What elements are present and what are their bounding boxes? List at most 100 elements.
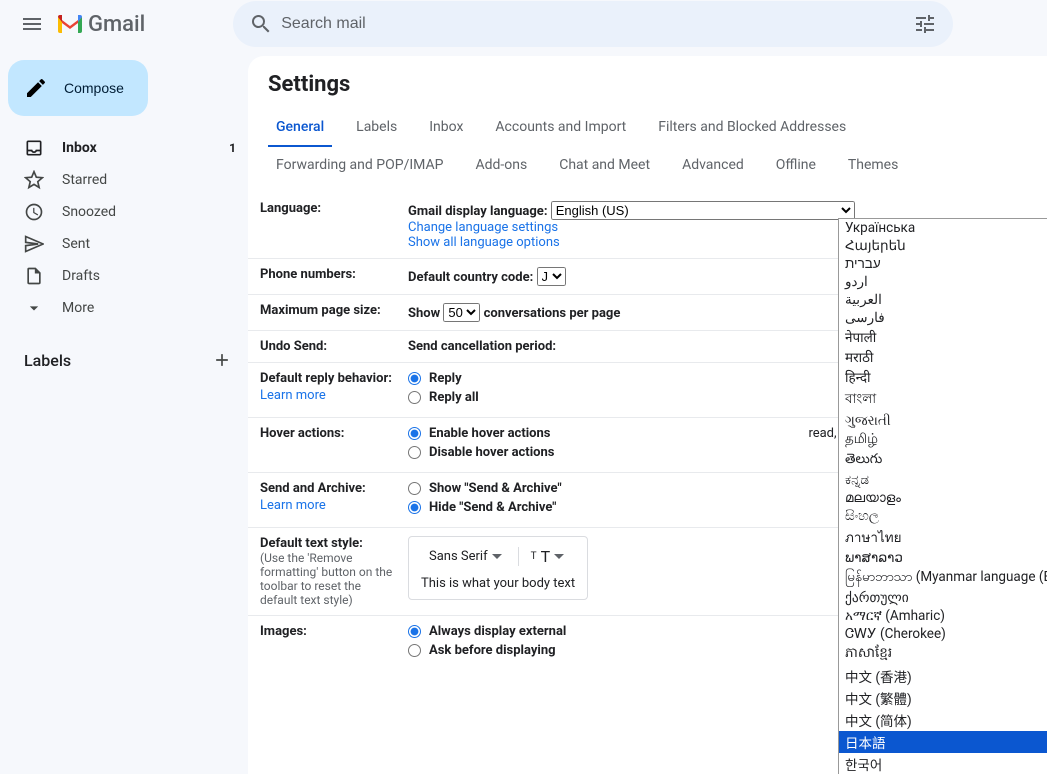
page-size-select[interactable]: 50 <box>443 303 480 322</box>
img-opt2: Ask before displaying <box>429 643 556 658</box>
tab-forwarding[interactable]: Forwarding and POP/IMAP <box>268 147 451 185</box>
language-option[interactable]: తెలుగు <box>839 450 1047 471</box>
reply-radio[interactable] <box>408 372 421 385</box>
show-all-lang-link[interactable]: Show all language options <box>408 235 560 250</box>
language-option[interactable]: Հայերեն <box>839 237 1047 255</box>
hover-enable-radio[interactable] <box>408 427 421 440</box>
language-option[interactable]: اردو <box>839 273 1047 291</box>
sidebar-item-count: 1 <box>229 141 236 155</box>
tab-themes[interactable]: Themes <box>840 147 906 185</box>
hover-disable-radio[interactable] <box>408 446 421 459</box>
sidebar-item-label: Snoozed <box>62 204 236 220</box>
tab-chat[interactable]: Chat and Meet <box>551 147 658 185</box>
hover-opt2: Disable hover actions <box>429 445 554 460</box>
language-option[interactable]: ᏣᎳᎩ (Cherokee) <box>839 625 1047 643</box>
search-options-icon[interactable] <box>905 4 945 44</box>
send-icon <box>24 234 44 254</box>
main-content: Settings General Labels Inbox Accounts a… <box>248 56 1047 774</box>
main-menu-icon[interactable] <box>8 0 56 48</box>
page-title: Settings <box>248 72 1047 109</box>
chevron-down-icon <box>24 298 44 318</box>
sidebar-item-more[interactable]: More <box>0 292 248 324</box>
tab-offline[interactable]: Offline <box>768 147 824 185</box>
language-option[interactable]: ગુજરાતી <box>839 412 1047 430</box>
font-size-dropdown[interactable]: TT <box>518 547 565 566</box>
reply-learn-more[interactable]: Learn more <box>260 388 400 403</box>
sidebar-item-snoozed[interactable]: Snoozed <box>0 196 248 228</box>
gmail-logo[interactable]: Gmail <box>56 12 145 37</box>
show-text: Show <box>408 306 440 321</box>
language-option[interactable]: עברית <box>839 255 1047 273</box>
send-archive-learn[interactable]: Learn more <box>260 498 400 513</box>
language-option[interactable]: العربية <box>839 291 1047 309</box>
language-option[interactable]: ภาษาไทย <box>839 525 1047 549</box>
language-option[interactable]: 中文 (简体) <box>839 709 1047 731</box>
ask-before-radio[interactable] <box>408 644 421 657</box>
language-option[interactable]: ភាសាខ្មែរ <box>839 643 1047 665</box>
tab-inbox[interactable]: Inbox <box>421 109 471 147</box>
tab-filters[interactable]: Filters and Blocked Addresses <box>650 109 854 147</box>
compose-label: Compose <box>64 80 124 96</box>
language-option[interactable]: 한국어 <box>839 753 1047 774</box>
compose-button[interactable]: Compose <box>8 60 148 116</box>
language-option[interactable]: 日本語 <box>839 731 1047 753</box>
text-style-sub: (Use the 'Remove formatting' button on t… <box>260 551 400 607</box>
add-label-icon[interactable] <box>212 350 232 370</box>
sidebar-item-starred[interactable]: Starred <box>0 164 248 196</box>
hover-label: Hover actions: <box>260 426 408 464</box>
sidebar-item-label: Sent <box>62 236 236 252</box>
language-option[interactable]: ພາສາລາວ <box>839 549 1047 567</box>
tab-labels[interactable]: Labels <box>348 109 405 147</box>
language-option[interactable]: မြန်မာဘာသာ (Myanmar language (Burmese)) <box>839 567 1047 589</box>
language-option[interactable]: 中文 (繁體) <box>839 687 1047 709</box>
inbox-icon <box>24 138 44 158</box>
language-option[interactable]: ಕನ್ನಡ <box>839 471 1047 489</box>
undo-text: Send cancellation period: <box>408 339 556 354</box>
page-size-label: Maximum page size: <box>260 303 408 322</box>
search-icon[interactable] <box>241 4 281 44</box>
language-option[interactable]: தமிழ் <box>839 430 1047 450</box>
country-code-label: Default country code: <box>408 270 533 285</box>
country-code-select[interactable]: J <box>537 267 566 286</box>
sidebar-item-sent[interactable]: Sent <box>0 228 248 260</box>
tab-advanced[interactable]: Advanced <box>674 147 752 185</box>
sidebar-item-inbox[interactable]: Inbox 1 <box>0 132 248 164</box>
always-display-radio[interactable] <box>408 625 421 638</box>
file-icon <box>24 266 44 286</box>
tab-addons[interactable]: Add-ons <box>467 147 535 185</box>
reply-all-radio[interactable] <box>408 391 421 404</box>
sidebar-item-drafts[interactable]: Drafts <box>0 260 248 292</box>
conv-text: conversations per page <box>484 306 621 321</box>
display-lang-label: Gmail display language: <box>408 204 547 219</box>
tab-general[interactable]: General <box>268 109 332 147</box>
show-send-archive-radio[interactable] <box>408 482 421 495</box>
hide-send-archive-radio[interactable] <box>408 501 421 514</box>
language-option[interactable]: ქართული <box>839 589 1047 607</box>
sidebar-item-label: More <box>62 300 236 316</box>
sidebar-item-label: Drafts <box>62 268 236 284</box>
language-option[interactable]: മലയാളം <box>839 489 1047 507</box>
font-dropdown[interactable]: Sans Serif <box>421 545 510 568</box>
language-option[interactable]: বাংলা <box>839 387 1047 412</box>
language-select[interactable]: English (US) <box>551 201 855 220</box>
sidebar: Compose Inbox 1 Starred Snoozed Sent Dra… <box>0 48 248 774</box>
language-option[interactable]: Українська <box>839 219 1047 237</box>
img-opt1: Always display external <box>429 624 566 639</box>
language-option[interactable]: සිංහල <box>839 507 1047 525</box>
reply-opt2: Reply all <box>429 390 479 405</box>
language-option[interactable]: አማርኛ (Amharic) <box>839 607 1047 625</box>
tab-accounts[interactable]: Accounts and Import <box>487 109 634 147</box>
text-style-label: Default text style: <box>260 536 363 551</box>
reply-label: Default reply behavior: <box>260 371 392 386</box>
language-dropdown-list[interactable]: УкраїнськаՀայերենעבריתاردوالعربيةفارسیने… <box>838 218 1047 774</box>
language-option[interactable]: हिन्दी <box>839 367 1047 387</box>
change-lang-link[interactable]: Change language settings <box>408 220 558 235</box>
language-option[interactable]: 中文 (香港) <box>839 665 1047 687</box>
labels-section-header: Labels <box>0 340 248 380</box>
language-option[interactable]: मराठी <box>839 347 1047 367</box>
search-input[interactable] <box>281 15 905 33</box>
language-label: Language: <box>260 201 408 250</box>
language-option[interactable]: नेपाली <box>839 327 1047 347</box>
images-label: Images: <box>260 624 408 662</box>
language-option[interactable]: فارسی <box>839 309 1047 327</box>
